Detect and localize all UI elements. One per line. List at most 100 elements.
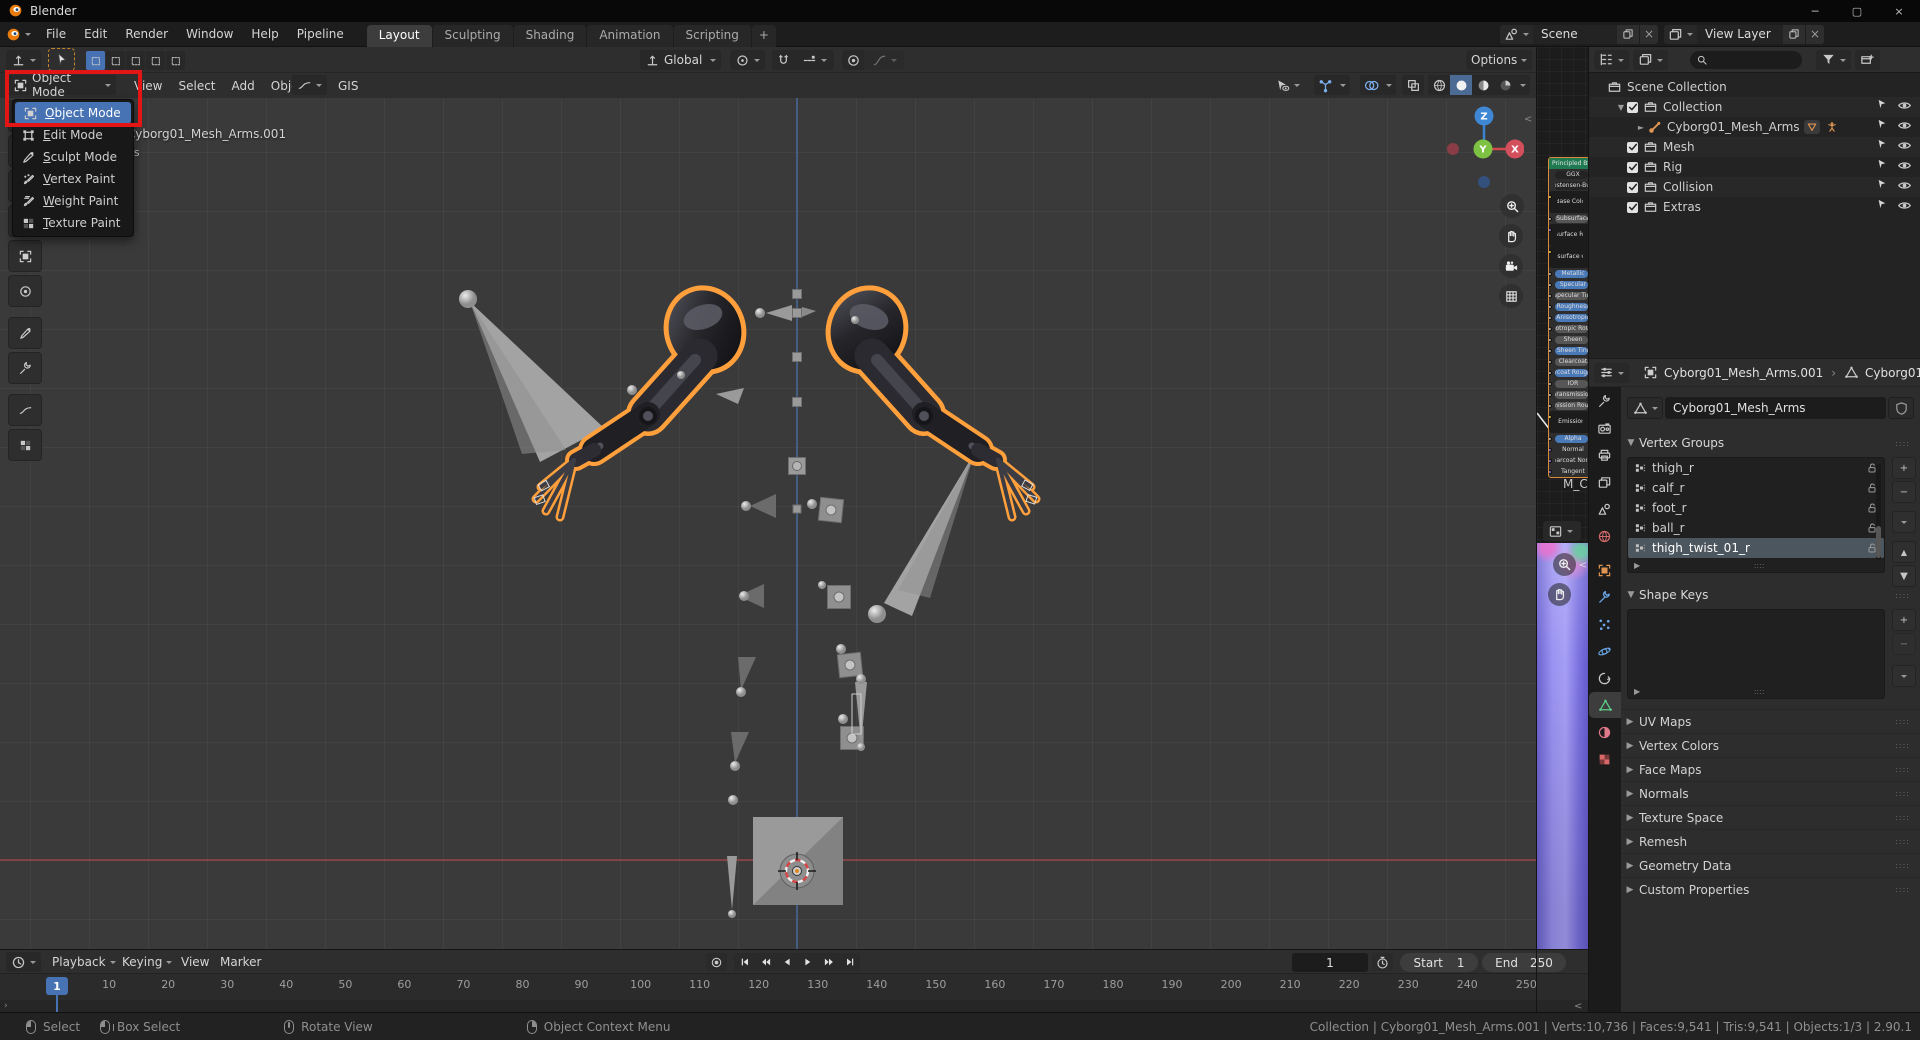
vertex-group-add-button[interactable]: +: [1892, 457, 1916, 479]
view-layer-remove-button[interactable]: ×: [1806, 25, 1824, 44]
vertex-group-move-up-button[interactable]: ▲: [1892, 541, 1916, 563]
shading-material-button[interactable]: [1472, 75, 1494, 95]
zoom-button[interactable]: [1500, 194, 1524, 218]
properties-tab-tool[interactable]: [1589, 388, 1620, 414]
selectable-toggle[interactable]: [1876, 98, 1888, 116]
properties-tab-world[interactable]: [1589, 523, 1620, 549]
tool-button-9[interactable]: [8, 429, 42, 461]
select-mode-4[interactable]: [166, 51, 185, 70]
shape-key-add-button[interactable]: +: [1892, 609, 1916, 631]
region-divider[interactable]: [1536, 47, 1537, 1012]
mode-menu-item-weight-paint[interactable]: Weight Paint: [13, 190, 133, 212]
pivot-point-dropdown[interactable]: [730, 50, 765, 70]
use-preview-range-button[interactable]: [1372, 953, 1393, 971]
minimize-button[interactable]: ─: [1794, 0, 1836, 22]
menu-edit[interactable]: Edit: [75, 22, 116, 47]
outliner-display-mode-dropdown[interactable]: [1594, 50, 1629, 70]
vertex-groups-scrollbar[interactable]: [1876, 464, 1881, 560]
outliner-row-collection[interactable]: ▼Collection: [1589, 97, 1920, 117]
shading-wireframe-button[interactable]: [1428, 75, 1450, 95]
select-mode-2[interactable]: [126, 51, 145, 70]
tool-button-7[interactable]: [8, 352, 42, 384]
camera-view-button[interactable]: [1499, 254, 1523, 278]
view-layer-name[interactable]: View Layer: [1697, 25, 1783, 44]
menu-file[interactable]: File: [37, 22, 75, 47]
tool-button-8[interactable]: [8, 394, 42, 426]
principled-bsdf-node[interactable]: Principled BSDF GGXChristensen-BurleyBas…: [1548, 157, 1589, 478]
close-button[interactable]: ×: [1878, 0, 1920, 22]
node-input-clearcoat-roughness[interactable]: Clearcoat Roughness: [1549, 367, 1589, 378]
outliner-row-extras[interactable]: Extras: [1589, 197, 1920, 217]
image-editor-strip[interactable]: <: [1537, 543, 1589, 949]
region-collapse-arrow[interactable]: <: [1579, 560, 1587, 571]
shape-key-remove-button[interactable]: −: [1892, 633, 1916, 655]
jump-to-start-button[interactable]: [734, 953, 755, 971]
region-collapse-arrow[interactable]: <: [1524, 114, 1532, 125]
scene-copy-button[interactable]: [1617, 25, 1639, 44]
node-input-subsurface[interactable]: Subsurface: [1549, 213, 1589, 224]
properties-editor-type-dropdown[interactable]: [1594, 363, 1629, 383]
properties-tab-texture[interactable]: [1589, 746, 1620, 772]
section-uv-maps[interactable]: ▶UV Maps::::: [1621, 709, 1920, 733]
node-input-metallic[interactable]: Metallic: [1549, 268, 1589, 279]
properties-tab-output[interactable]: [1589, 442, 1620, 468]
properties-tab-particles[interactable]: [1589, 611, 1620, 637]
node-input-christensen-burley[interactable]: Christensen-Burley: [1549, 180, 1589, 191]
collection-checkbox[interactable]: [1627, 142, 1638, 153]
3d-viewport[interactable]: User Orthographic (1) Collection | Cybor…: [0, 98, 1537, 949]
image-pan-button[interactable]: [1548, 583, 1571, 606]
image-editor-type-dropdown[interactable]: [1543, 521, 1581, 541]
collection-checkbox[interactable]: [1627, 202, 1638, 213]
vertex-group-remove-button[interactable]: −: [1892, 481, 1916, 503]
section-texture-space[interactable]: ▶Texture Space::::: [1621, 805, 1920, 829]
node-input-sheen-tint[interactable]: Sheen Tint: [1549, 345, 1589, 356]
node-input-emission[interactable]: Emission: [1549, 411, 1589, 433]
outliner-row-mesh[interactable]: Mesh: [1589, 137, 1920, 157]
maximize-button[interactable]: ▢: [1836, 0, 1878, 22]
properties-tab-material[interactable]: [1589, 719, 1620, 745]
menu-help[interactable]: Help: [242, 22, 287, 47]
scene-browse-button[interactable]: [1500, 25, 1533, 44]
scene-name[interactable]: Scene: [1533, 25, 1617, 44]
collection-checkbox[interactable]: [1627, 182, 1638, 193]
vertex-group-specials-dropdown[interactable]: [1892, 511, 1916, 533]
breadcrumb-data[interactable]: Cyborg01_Mesh_Arms: [1865, 366, 1920, 380]
image-zoom-button[interactable]: [1553, 553, 1576, 576]
tool-button-4[interactable]: [8, 240, 42, 272]
proportional-falloff-dropdown[interactable]: [864, 50, 904, 70]
ortho-grid-button[interactable]: [1499, 284, 1523, 308]
vertex-group-ball_r[interactable]: ball_r: [1628, 518, 1884, 538]
properties-tab-modifiers[interactable]: [1589, 584, 1620, 610]
node-input-normal[interactable]: Normal: [1549, 444, 1589, 455]
snap-to-dropdown[interactable]: [794, 50, 834, 70]
pan-hand-button[interactable]: [1499, 224, 1523, 248]
fake-user-shield-button[interactable]: [1888, 397, 1914, 419]
menu-window[interactable]: Window: [177, 22, 242, 47]
vertex-group-thigh_r[interactable]: thigh_r: [1628, 458, 1884, 478]
node-input-clearcoat[interactable]: Clearcoat: [1549, 356, 1589, 367]
vertex-groups-filter-row[interactable]: ▶::::: [1634, 561, 1878, 570]
prev-keyframe-button[interactable]: [755, 953, 776, 971]
transform-orientation-dropdown[interactable]: Global: [640, 50, 721, 70]
tool-button-5[interactable]: [8, 275, 42, 307]
workspace-tab-scripting[interactable]: Scripting: [674, 25, 751, 47]
hide-eye-toggle[interactable]: [1897, 118, 1912, 136]
viewport-menu-select[interactable]: Select: [170, 73, 223, 98]
navigation-gizmo[interactable]: Z X Y: [1444, 102, 1524, 202]
mode-selector-dropdown[interactable]: Object Mode: [8, 75, 116, 95]
section-custom-properties[interactable]: ▶Custom Properties::::: [1621, 877, 1920, 901]
next-keyframe-button[interactable]: [818, 953, 839, 971]
shape-key-specials-dropdown[interactable]: [1892, 665, 1916, 687]
outliner-row-collision[interactable]: Collision: [1589, 177, 1920, 197]
menu-pipeline[interactable]: Pipeline: [288, 22, 353, 47]
section-face-maps[interactable]: ▶Face Maps::::: [1621, 757, 1920, 781]
workspace-tab-layout[interactable]: Layout: [367, 25, 432, 47]
properties-tab-physics[interactable]: [1589, 638, 1620, 664]
menu-render[interactable]: Render: [116, 22, 177, 47]
mode-menu-item-sculpt-mode[interactable]: Sculpt Mode: [13, 146, 133, 168]
node-input-sheen[interactable]: Sheen: [1549, 334, 1589, 345]
vertex-group-foot_r[interactable]: foot_r: [1628, 498, 1884, 518]
outliner-row-scene-collection[interactable]: Scene Collection: [1589, 77, 1920, 97]
node-input-ggx[interactable]: GGX: [1549, 169, 1589, 180]
outliner-filter-type-dropdown[interactable]: [1633, 50, 1668, 70]
